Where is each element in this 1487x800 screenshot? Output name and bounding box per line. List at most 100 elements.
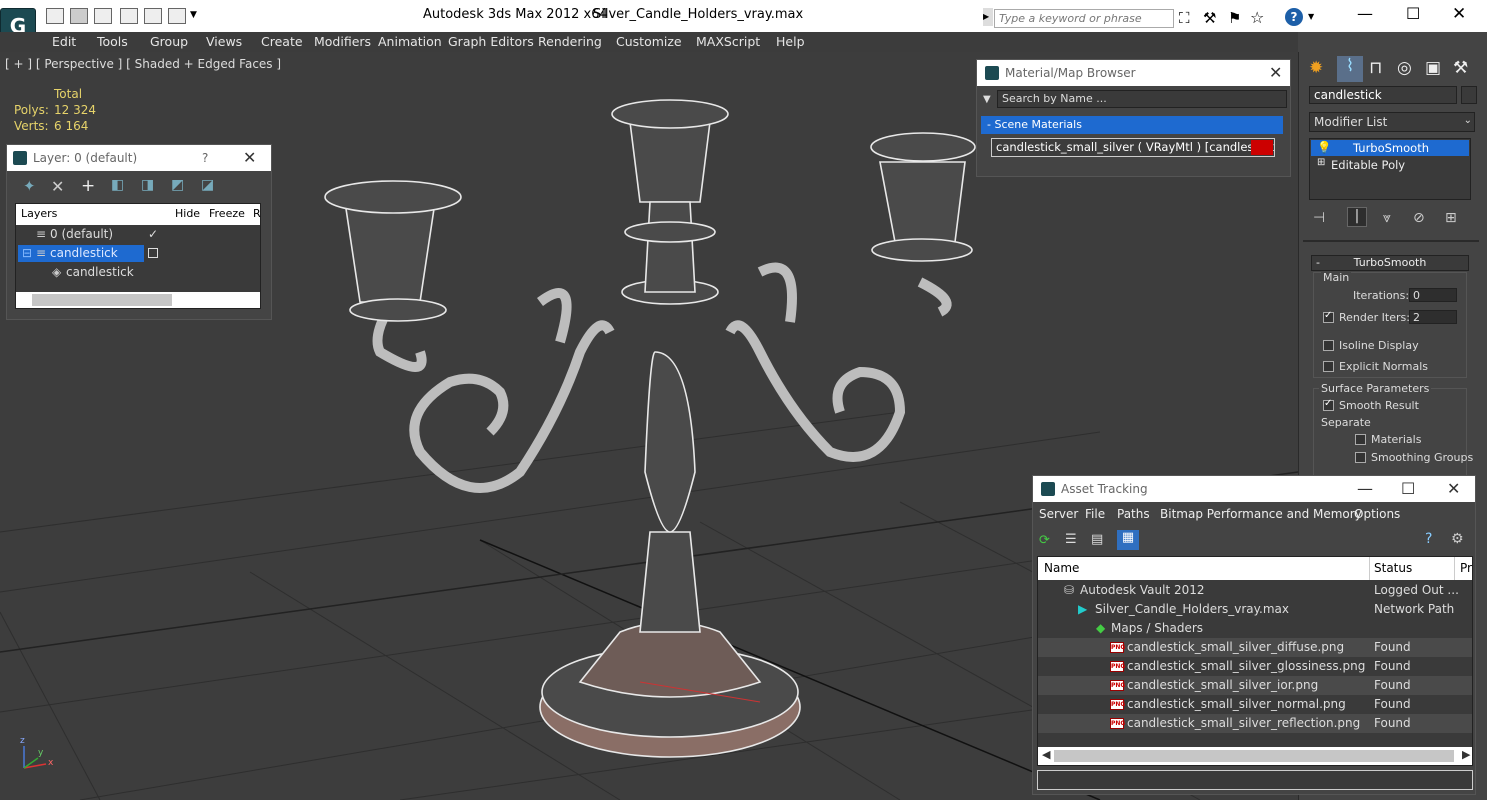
lightbulb-icon[interactable]: 💡 <box>1317 140 1331 154</box>
project-folder-icon[interactable] <box>168 8 186 24</box>
menu-maxscript[interactable]: MAXScript <box>696 34 760 49</box>
stack-item-editable-poly[interactable]: ⊞ Editable Poly <box>1311 157 1469 173</box>
menu-animation[interactable]: Animation <box>378 34 442 49</box>
menu-paths[interactable]: Paths <box>1117 507 1150 521</box>
asset-path-field[interactable] <box>1037 770 1473 790</box>
help-icon[interactable]: ? <box>1285 8 1303 26</box>
hide-all-icon[interactable]: ◩ <box>171 177 184 193</box>
show-end-result-icon[interactable]: | <box>1347 207 1367 227</box>
menu-modifiers[interactable]: Modifiers <box>314 34 371 49</box>
iterations-spinner[interactable]: 0 <box>1409 288 1457 302</box>
favorites-star-icon[interactable]: ☆ <box>1250 8 1264 27</box>
horizontal-scrollbar[interactable] <box>16 292 260 308</box>
render-iters-spinner[interactable]: 2 <box>1409 310 1457 324</box>
material-browser-titlebar[interactable]: Material/Map Browser ✕ <box>977 60 1290 86</box>
scroll-thumb[interactable] <box>1054 750 1454 762</box>
col-render[interactable]: R <box>253 207 261 220</box>
menu-file[interactable]: File <box>1085 507 1105 521</box>
col-name[interactable]: Name <box>1044 561 1079 575</box>
help-icon[interactable]: ? <box>1425 531 1432 547</box>
layer-row[interactable]: ⊟ ≡ candlestick <box>16 244 260 263</box>
explicit-normals-checkbox[interactable] <box>1323 361 1334 372</box>
communication-center-icon[interactable]: ⚑ <box>1228 9 1241 27</box>
create-layer-icon[interactable]: ✦ <box>23 177 36 195</box>
asset-row-maps[interactable]: ◆ Maps / Shaders <box>1038 619 1472 638</box>
expand-icon[interactable]: ⊞ <box>1317 157 1325 168</box>
collapse-icon[interactable]: ⊟ <box>22 244 32 263</box>
layer-row[interactable]: ≡ 0 (default) ✓ <box>16 225 260 244</box>
help-button[interactable]: ? <box>202 145 208 171</box>
delete-layer-icon[interactable]: ✕ <box>51 177 64 196</box>
close-icon[interactable]: ✕ <box>243 145 256 171</box>
col-hide[interactable]: Hide <box>175 207 200 220</box>
asset-row-maxfile[interactable]: ▶ Silver_Candle_Holders_vray.max Network… <box>1038 600 1472 619</box>
configure-sets-icon[interactable]: ⊞ <box>1445 210 1457 226</box>
menu-group[interactable]: Group <box>150 34 188 49</box>
settings-icon[interactable]: ⚙ <box>1451 531 1464 547</box>
maximize-icon[interactable]: ☐ <box>1401 476 1415 502</box>
col-freeze[interactable]: Freeze <box>209 207 245 220</box>
horizontal-scrollbar[interactable]: ◀ ▶ <box>1038 747 1472 765</box>
minimize-icon[interactable]: — <box>1357 476 1373 502</box>
refresh-icon[interactable]: ⟳ <box>1039 533 1050 548</box>
scroll-thumb[interactable] <box>32 294 172 306</box>
maximize-icon[interactable]: ☐ <box>1406 4 1420 23</box>
chevron-down-icon[interactable]: ▼ <box>190 10 197 20</box>
scroll-right-icon[interactable]: ▶ <box>1462 748 1470 761</box>
binoculars-icon[interactable]: ⛶ <box>1179 9 1190 27</box>
col-status[interactable]: Status <box>1374 561 1412 575</box>
modify-tab-icon[interactable]: ⌇ <box>1337 56 1363 82</box>
highlight-layer-icon[interactable]: ◨ <box>141 177 154 193</box>
make-unique-icon[interactable]: ⩔ <box>1383 210 1391 226</box>
asset-row-png[interactable]: PNG candlestick_small_silver_reflection.… <box>1038 714 1472 733</box>
close-window-icon[interactable]: ✕ <box>1452 4 1466 24</box>
object-color-swatch[interactable] <box>1461 86 1477 104</box>
smoothing-groups-checkbox[interactable] <box>1355 452 1366 463</box>
table-view-icon[interactable]: ▦ <box>1117 530 1139 550</box>
scene-materials-group[interactable]: - Scene Materials <box>981 116 1283 134</box>
menu-views[interactable]: Views <box>206 34 242 49</box>
viewport-label[interactable]: [ + ] [ Perspective ] [ Shaded + Edged F… <box>5 57 281 71</box>
open-file-icon[interactable] <box>70 8 88 24</box>
menu-help[interactable]: Help <box>776 34 805 49</box>
menu-graph-editors[interactable]: Graph Editors <box>448 34 534 49</box>
hierarchy-tab-icon[interactable]: ⊓ <box>1369 58 1382 78</box>
pin-stack-icon[interactable]: ⊣ <box>1313 210 1325 226</box>
help-dropdown-icon[interactable]: ▼ <box>1308 12 1314 21</box>
menu-customize[interactable]: Customize <box>616 34 682 49</box>
col-layers[interactable]: Layers <box>21 207 57 220</box>
menu-server[interactable]: Server <box>1039 507 1078 521</box>
expand-arrow-icon[interactable]: ▶ <box>983 8 993 26</box>
undo-icon[interactable] <box>120 8 138 24</box>
menu-rendering[interactable]: Rendering <box>538 34 602 49</box>
options-dropdown-icon[interactable]: ▼ <box>983 94 991 105</box>
render-iters-checkbox[interactable] <box>1323 310 1334 323</box>
smooth-result-checkbox[interactable] <box>1323 398 1334 411</box>
remove-modifier-icon[interactable]: ⊘ <box>1413 210 1425 226</box>
keyword-search-input[interactable]: Type a keyword or phrase <box>994 9 1174 28</box>
stack-item-turbosmooth[interactable]: 💡 TurboSmooth <box>1311 140 1469 156</box>
isoline-display-checkbox[interactable] <box>1323 340 1334 351</box>
subscription-icon[interactable]: ⚒ <box>1203 9 1216 27</box>
asset-row-vault[interactable]: ⛁ Autodesk Vault 2012 Logged Out ... <box>1038 581 1472 600</box>
menu-tools[interactable]: Tools <box>97 34 128 49</box>
list-view-icon[interactable]: ☰ <box>1065 532 1077 547</box>
motion-tab-icon[interactable]: ◎ <box>1397 58 1412 78</box>
create-tab-icon[interactable]: ✹ <box>1309 58 1331 80</box>
close-icon[interactable]: ✕ <box>1269 60 1282 86</box>
select-objects-icon[interactable]: ◧ <box>111 177 124 193</box>
close-icon[interactable]: ✕ <box>1447 476 1460 502</box>
asset-row-png[interactable]: PNG candlestick_small_silver_diffuse.png… <box>1038 638 1472 657</box>
menu-edit[interactable]: Edit <box>52 34 76 49</box>
modifier-list-dropdown[interactable]: Modifier List ⌄ <box>1309 112 1475 132</box>
menu-bitmap-performance[interactable]: Bitmap Performance and Memory <box>1160 507 1362 521</box>
materials-checkbox[interactable] <box>1355 434 1366 445</box>
save-file-icon[interactable] <box>94 8 112 24</box>
freeze-all-icon[interactable]: ◪ <box>201 177 214 193</box>
turbosmooth-rollout-header[interactable]: - TurboSmooth <box>1311 255 1469 271</box>
asset-tracking-titlebar[interactable]: Asset Tracking — ☐ ✕ <box>1033 476 1475 502</box>
scroll-left-icon[interactable]: ◀ <box>1042 748 1050 761</box>
object-name-input[interactable]: candlestick <box>1309 86 1457 104</box>
asset-row-png[interactable]: PNG candlestick_small_silver_normal.png … <box>1038 695 1472 714</box>
asset-row-png[interactable]: PNG candlestick_small_silver_ior.png Fou… <box>1038 676 1472 695</box>
